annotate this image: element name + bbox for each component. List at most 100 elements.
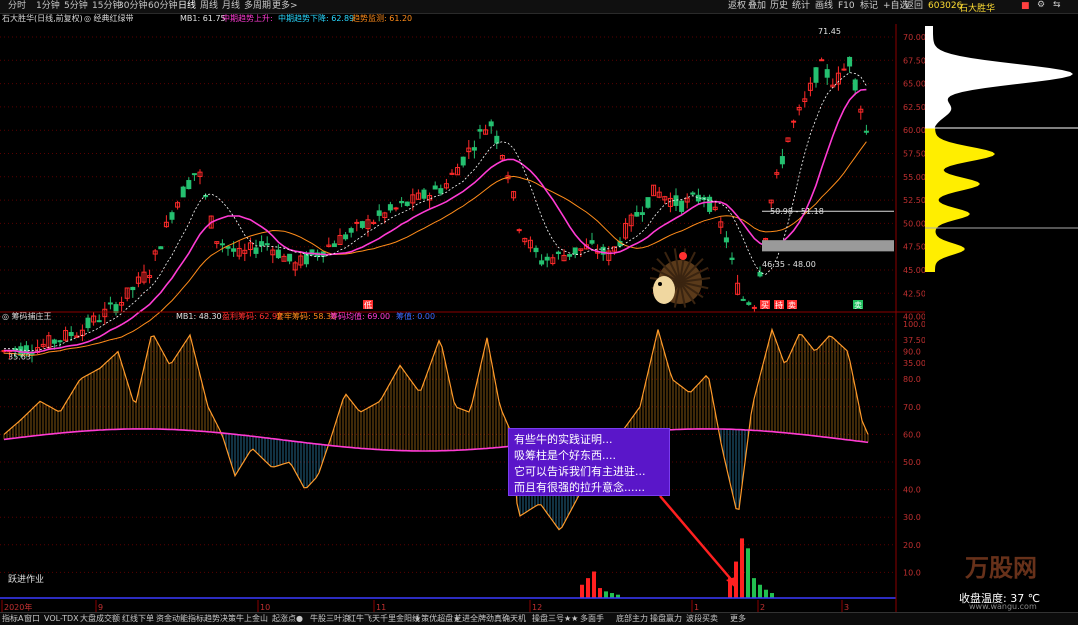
toolbar-button[interactable]: 叠加 xyxy=(748,0,766,13)
sub-indicator-name[interactable]: ◎ 筹码捕庄王 xyxy=(2,311,52,322)
candle-body xyxy=(751,306,757,309)
date-tick-label: 11 xyxy=(376,603,386,612)
indicator-tab[interactable]: 资金动能指标 xyxy=(156,613,204,625)
date-tick-label: 1 xyxy=(694,603,699,612)
candle-body xyxy=(387,204,393,211)
indicator-tab[interactable]: 大盘成交额 xyxy=(80,613,120,625)
close-icon[interactable]: ■ xyxy=(1021,1,1030,11)
period-tab[interactable]: 60分钟 xyxy=(148,0,177,13)
chip-bar xyxy=(740,538,744,598)
candle-body xyxy=(645,197,651,208)
period-toolbar: 分时 1分钟 5分钟 15分钟 30分钟 60分钟 日线 周线 月线 多周期 更… xyxy=(0,0,1078,14)
chip-yellow-area xyxy=(925,128,995,272)
ma-value: MB1: 61.75 xyxy=(180,14,226,23)
sub-avg: 筹码均值: 69.00 xyxy=(330,312,391,321)
callout-line: 吸筹柱是个好东西.... xyxy=(514,449,616,462)
period-tab[interactable]: 月线 xyxy=(222,0,240,13)
candle-body xyxy=(191,173,197,176)
candle-body xyxy=(813,67,819,83)
toolbar-button[interactable]: 画线 xyxy=(815,0,833,13)
period-tab[interactable]: 更多> xyxy=(272,0,298,13)
indicator-tab[interactable]: 波段买卖 xyxy=(686,613,718,625)
candle-body xyxy=(791,120,797,123)
candle-body xyxy=(130,286,136,291)
indicator-tabs: 指标A 窗口 VOL-TDX 大盘成交额 红线下单 资金动能指标 趋势决策 牛上金山 起涨点● 牛… xyxy=(0,612,1078,625)
price-tick-label: 65.00 xyxy=(903,80,925,89)
indicator-tab[interactable]: 红线下单 xyxy=(122,613,154,625)
mascot-apple xyxy=(679,252,687,260)
candle-body xyxy=(264,243,270,246)
sub-tick-label: 80.0 xyxy=(903,375,921,384)
signal-label: 卖 xyxy=(788,301,796,310)
indicator-tab[interactable]: 操盘三号★★ xyxy=(532,613,578,625)
candle-body xyxy=(203,194,209,198)
period-tab[interactable]: 1分钟 xyxy=(36,0,60,13)
candle-body xyxy=(488,121,494,127)
trend-down-value: 中期趋势下降: 62.89 xyxy=(278,14,355,23)
indicator-tab[interactable]: 红牛飞天 xyxy=(348,613,380,625)
chip-bar xyxy=(586,578,590,598)
indicator-tab[interactable]: 操盘赢力 xyxy=(650,613,682,625)
toolbar-button[interactable]: 返权 xyxy=(728,0,746,13)
chip-bar xyxy=(758,584,762,598)
candle-body xyxy=(51,339,57,344)
candle-body xyxy=(107,302,113,305)
toolbar-button[interactable]: 返回 xyxy=(905,0,923,13)
low-price-label: 35.63 xyxy=(8,352,31,361)
sub-tick-label: 40.0 xyxy=(903,486,921,495)
indicator-tab[interactable]: 底部主力 xyxy=(616,613,648,625)
date-tick-label: 9 xyxy=(98,603,103,612)
price-tick-label: 47.50 xyxy=(903,243,925,252)
candle-body xyxy=(287,253,293,262)
indicator-tab[interactable]: VOL-TDX xyxy=(44,613,79,625)
indicator-tab[interactable]: 趋势决策 xyxy=(204,613,236,625)
price-tick-label: 67.50 xyxy=(903,56,925,65)
indicator-tab[interactable]: 芝进全牌劲 xyxy=(454,613,494,625)
price-tick-label: 62.50 xyxy=(903,103,925,112)
period-tab[interactable]: 分时 xyxy=(8,0,26,13)
settings-icon[interactable]: ⚙ xyxy=(1037,0,1045,10)
indicator-tab[interactable]: 指标A xyxy=(2,613,23,625)
toolbar-button[interactable]: 历史 xyxy=(770,0,788,13)
sub-chase: 套牢筹码: 58.30 xyxy=(276,312,337,321)
annotation-callout: 有些牛的实践证明... 吸筹柱是个好东西.... 它可以告诉我们有主进驻... … xyxy=(508,428,670,496)
indicator-tab[interactable]: 窗口 xyxy=(24,613,40,625)
candle-body xyxy=(746,302,752,305)
date-tick-label: 3 xyxy=(844,603,849,612)
candle-body xyxy=(404,201,410,206)
indicator-tab[interactable]: 牛上金山 xyxy=(236,613,268,625)
sub-note: 跃进作业 xyxy=(8,573,44,585)
indicator-tab[interactable]: 真确天机 xyxy=(494,613,526,625)
price-tick-label: 50.00 xyxy=(903,219,925,228)
toolbar-button[interactable]: 标记 xyxy=(860,0,878,13)
toolbar-button[interactable]: 统计 xyxy=(792,0,810,13)
period-tab[interactable]: 多周期 xyxy=(244,0,271,13)
chip-distribution-panel: 603026 石大胜华 ■ ⚙ ⇆ 万股网 收盘温度: 37 ℃ www.wan… xyxy=(925,0,1078,612)
indicator-tab[interactable]: 多面手 xyxy=(580,613,604,625)
trend-watch-value: 趋势监测: 61.20 xyxy=(352,14,413,23)
chevron-icon[interactable]: ⇆ xyxy=(1053,0,1061,10)
candle-body xyxy=(679,200,685,212)
callout-line: 有些牛的实践证明... xyxy=(514,433,613,446)
candle-body xyxy=(343,234,349,240)
candle-body xyxy=(303,253,309,265)
sub-tick-label: 30.0 xyxy=(903,513,921,522)
period-tab[interactable]: 周线 xyxy=(200,0,218,13)
indicator-tab[interactable]: 起涨点● xyxy=(272,613,303,625)
period-tab[interactable]: 日线 xyxy=(178,0,196,13)
period-tab[interactable]: 30分钟 xyxy=(118,0,147,13)
toolbar-button[interactable]: F10 xyxy=(838,0,855,13)
candle-body xyxy=(572,247,578,255)
period-tab[interactable]: 5分钟 xyxy=(64,0,88,13)
candle-body xyxy=(779,156,785,165)
candle-body xyxy=(231,248,237,252)
indicator-tab[interactable]: 牛股三叶浪 xyxy=(310,613,350,625)
indicator-tab[interactable]: 更多 xyxy=(730,613,746,625)
candle-body xyxy=(634,212,640,217)
candle-body xyxy=(673,195,679,206)
candle-body xyxy=(331,243,337,248)
candle-body xyxy=(432,185,438,190)
chip-range-box xyxy=(762,240,894,252)
indicator-name[interactable]: ◎ 经典红绿带 xyxy=(84,13,134,24)
price-tick-label: 52.50 xyxy=(903,196,925,205)
